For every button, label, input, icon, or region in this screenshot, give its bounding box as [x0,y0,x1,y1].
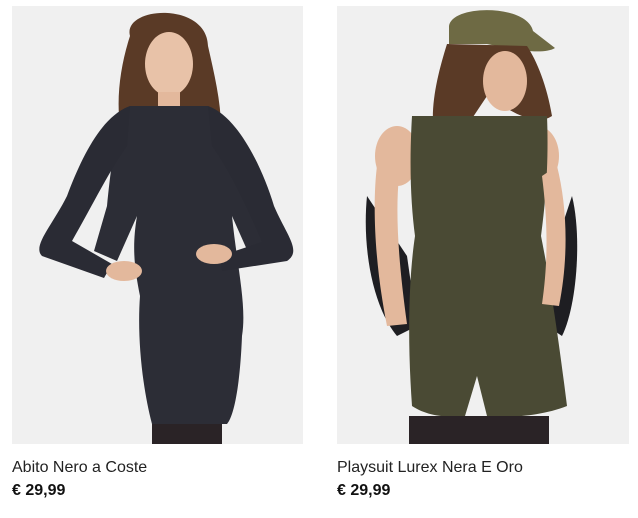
product-price: € 29,99 [12,482,66,499]
product-name[interactable]: Playsuit Lurex Nera E Oro [337,459,629,477]
model-photo-icon [337,6,629,444]
product-photo-black-dress[interactable] [12,6,303,444]
product-photo-lurex-playsuit[interactable] [337,6,629,444]
product-grid: Abito Nero a Coste € 29,99 Playsuit Lure… [0,0,638,518]
product-card[interactable]: Abito Nero a Coste € 29,99 [12,6,303,500]
product-card[interactable]: Playsuit Lurex Nera E Oro € 29,99 [337,6,629,500]
product-name[interactable]: Abito Nero a Coste [12,459,303,477]
product-price: € 29,99 [337,482,391,499]
model-photo-icon [12,6,303,444]
